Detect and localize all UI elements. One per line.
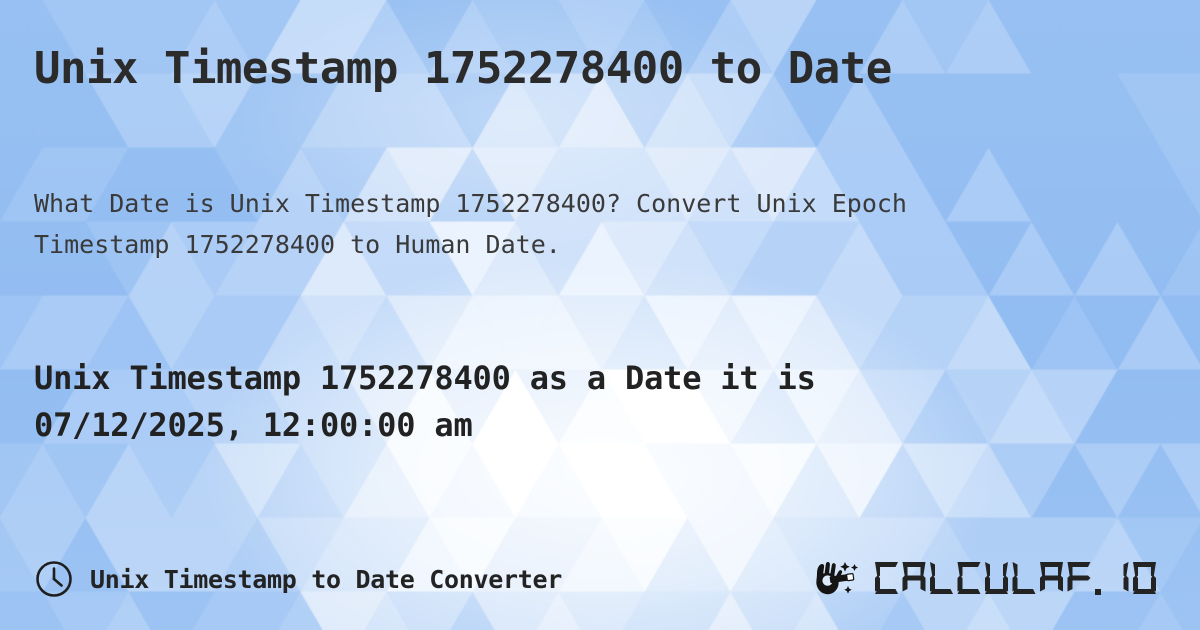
brand-name: CALCULAT.IO bbox=[874, 558, 1161, 600]
brand-logo[interactable]: CALCULAT.IO bbox=[811, 557, 1161, 601]
page-description: What Date is Unix Timestamp 1752278400? … bbox=[34, 183, 1154, 265]
footer-left-group: Unix Timestamp to Date Converter bbox=[34, 559, 562, 599]
share-card: Unix Timestamp 1752278400 to Date What D… bbox=[0, 0, 1200, 630]
description-line-1: What Date is Unix Timestamp 1752278400? … bbox=[34, 189, 907, 218]
hand-magic-wand-icon bbox=[811, 557, 869, 601]
footer-label: Unix Timestamp to Date Converter bbox=[90, 564, 563, 594]
result-line-1: Unix Timestamp 1752278400 as a Date it i… bbox=[34, 359, 816, 397]
footer: Unix Timestamp to Date Converter bbox=[0, 548, 1200, 610]
clock-icon bbox=[34, 559, 74, 599]
description-line-2: Timestamp 1752278400 to Human Date. bbox=[34, 230, 561, 259]
page-title: Unix Timestamp 1752278400 to Date bbox=[34, 43, 892, 94]
result-line-2: 07/12/2025, 12:00:00 am bbox=[34, 406, 473, 444]
conversion-result: Unix Timestamp 1752278400 as a Date it i… bbox=[34, 355, 1094, 449]
